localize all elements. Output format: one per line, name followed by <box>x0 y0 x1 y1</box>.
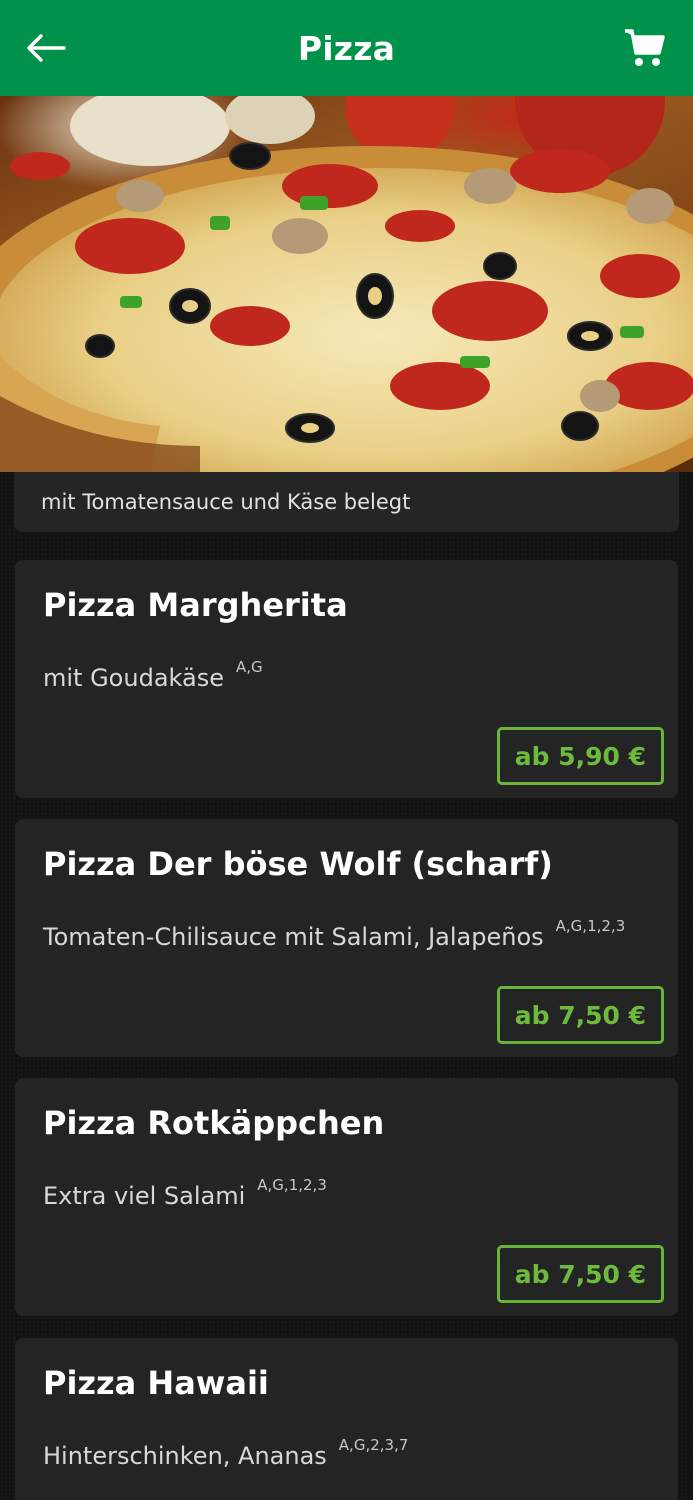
category-description-text: mit Tomatensauce und Käse belegt <box>41 490 411 514</box>
item-description: Extra viel Salami A,G,1,2,3 <box>43 1176 327 1210</box>
item-description: Tomaten-Chilisauce mit Salami, Jalapeños… <box>43 917 625 951</box>
item-description: mit Goudakäse A,G <box>43 658 263 692</box>
menu-item-card[interactable]: Pizza Hawaii Hinterschinken, Ananas A,G,2… <box>15 1338 678 1500</box>
item-name: Pizza Hawaii <box>43 1364 269 1402</box>
item-allergens: A,G,1,2,3 <box>257 1176 327 1194</box>
price-button[interactable]: ab 7,50 € <box>496 986 664 1044</box>
menu-item-card[interactable]: Pizza Rotkäppchen Extra viel Salami A,G,1… <box>15 1078 678 1316</box>
arrow-left-icon <box>27 34 66 62</box>
item-description-text: mit Goudakäse <box>43 664 224 692</box>
pizza-image <box>0 96 693 472</box>
cart-button[interactable] <box>621 24 669 72</box>
item-description-text: Extra viel Salami <box>43 1182 246 1210</box>
category-hero-image <box>0 96 693 472</box>
menu-item-card[interactable]: Pizza Margherita mit Goudakäse A,G ab 5,9… <box>15 560 678 798</box>
item-name: Pizza Margherita <box>43 586 348 624</box>
item-description: Hinterschinken, Ananas A,G,2,3,7 <box>43 1436 408 1470</box>
price-button[interactable]: ab 7,50 € <box>496 1245 664 1303</box>
item-name: Pizza Rotkäppchen <box>43 1104 385 1142</box>
price-button[interactable]: ab 5,90 € <box>496 727 664 785</box>
item-description-text: Tomaten-Chilisauce mit Salami, Jalapeños <box>43 923 544 951</box>
item-allergens: A,G,1,2,3 <box>555 917 626 935</box>
back-button[interactable] <box>24 26 68 70</box>
app-bar: Pizza <box>0 0 693 96</box>
item-description-text: Hinterschinken, Ananas <box>43 1442 327 1470</box>
page-title: Pizza <box>297 28 396 68</box>
item-allergens: A,G,2,3,7 <box>338 1436 409 1454</box>
item-name: Pizza Der böse Wolf (scharf) <box>43 845 553 883</box>
shopping-cart-icon <box>625 29 665 66</box>
menu-item-card[interactable]: Pizza Der böse Wolf (scharf) Tomaten-Chi… <box>15 819 678 1057</box>
category-description: mit Tomatensauce und Käse belegt <box>14 472 679 532</box>
item-allergens: A,G <box>235 658 263 676</box>
